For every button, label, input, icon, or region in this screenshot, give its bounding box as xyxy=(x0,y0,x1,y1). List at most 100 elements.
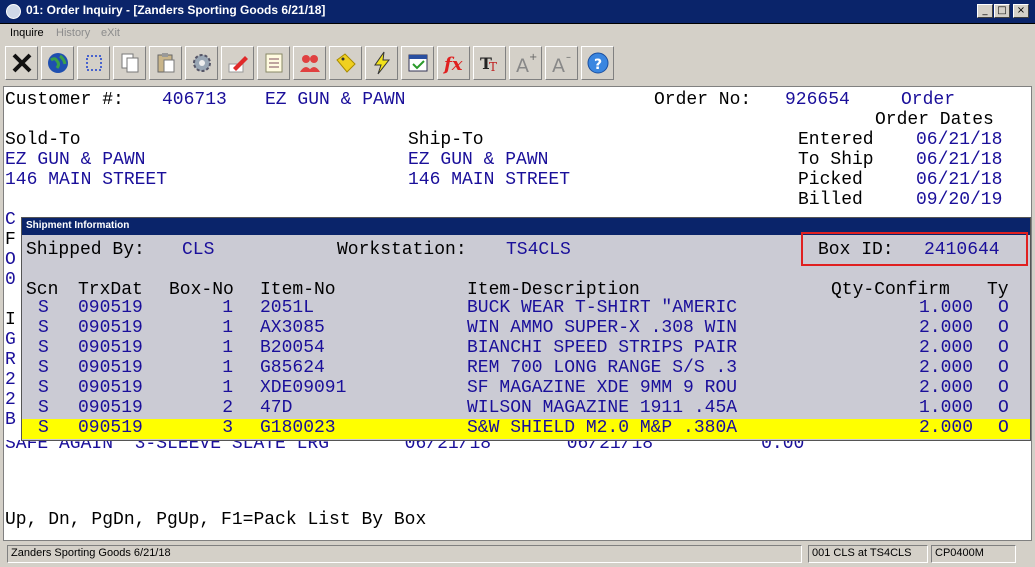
table-row[interactable]: S 090519 2 47D WILSON MAGAZINE 1911 .45A 1.00… xyxy=(22,398,1030,420)
bg-fragment: C xyxy=(5,210,16,230)
cell-ty: O xyxy=(998,338,1009,358)
cell-desc: S&W SHIELD M2.0 M&P .380A xyxy=(467,418,738,438)
box-id-value: 2410644 xyxy=(924,240,1000,260)
notes-button[interactable] xyxy=(257,46,290,80)
help-button[interactable]: ? xyxy=(581,46,614,80)
bg-fragment: F xyxy=(5,230,16,250)
picked-date: 06/21/18 xyxy=(916,170,1003,190)
bg-fragment: G xyxy=(5,330,16,350)
box-id-label: Box ID: xyxy=(818,240,894,260)
bg-fragment: I xyxy=(5,310,16,330)
cell-item: XDE09091 xyxy=(260,378,347,398)
ship-to-address: 146 MAIN STREET xyxy=(408,170,571,190)
cell-qty: 2.000 xyxy=(918,418,973,438)
close-x-button[interactable] xyxy=(5,46,38,80)
tag-icon xyxy=(335,53,356,73)
users-icon xyxy=(299,55,320,72)
menu-inquire[interactable]: Inquire xyxy=(10,27,44,39)
copy-icon xyxy=(121,53,138,73)
cell-ty: O xyxy=(998,298,1009,318)
bg-fragment: 2 xyxy=(5,370,16,390)
copy-button[interactable] xyxy=(113,46,146,80)
paste-button[interactable] xyxy=(149,46,182,80)
menu-exit[interactable]: eXit xyxy=(101,27,120,39)
window-icon xyxy=(408,54,427,72)
table-row[interactable]: S 090519 3 G180023 S&W SHIELD M2.0 M&P .380A… xyxy=(22,418,1030,440)
cell-scn: S xyxy=(38,358,49,378)
entered-label: Entered xyxy=(798,130,874,150)
table-row[interactable]: S 090519 1 G85624 REM 700 LONG RANGE S/S .3 2… xyxy=(22,358,1030,380)
users-button[interactable] xyxy=(293,46,326,80)
function-icon: fx xyxy=(442,54,463,75)
bg-fragment: 2 xyxy=(5,390,16,410)
cell-qty: 2.000 xyxy=(918,358,973,378)
select-icon xyxy=(85,55,102,71)
col-item-description: Item-Description xyxy=(467,280,640,300)
menu-history[interactable]: History xyxy=(56,27,90,39)
svg-text:?: ? xyxy=(594,57,602,73)
select-button[interactable] xyxy=(77,46,110,80)
workstation-label: Workstation: xyxy=(337,240,467,260)
cell-desc: WILSON MAGAZINE 1911 .45A xyxy=(467,398,738,418)
function-button[interactable]: fx xyxy=(437,46,470,80)
close-button[interactable]: × xyxy=(1013,4,1029,18)
table-row[interactable]: S 090519 1 2051L BUCK WEAR T-SHIRT "AMERIC 1.… xyxy=(22,298,1030,320)
cell-item: B20054 xyxy=(260,338,325,358)
table-row[interactable]: S 090519 1 AX3085 WIN AMMO SUPER-X .308 WIN 2… xyxy=(22,318,1030,340)
cell-qty: 2.000 xyxy=(918,338,973,358)
status-session: 001 CLS at TS4CLS xyxy=(808,545,928,563)
cell-item: AX3085 xyxy=(260,318,325,338)
cell-ty: O xyxy=(998,358,1009,378)
cell-scn: S xyxy=(38,398,49,418)
svg-text:A: A xyxy=(516,55,529,76)
cell-trxdat: 090519 xyxy=(78,318,143,338)
customer-number: 406713 xyxy=(162,90,227,110)
lightning-icon xyxy=(373,51,390,75)
minimize-button[interactable]: _ xyxy=(977,4,993,18)
font-smaller-button[interactable]: A – xyxy=(545,46,578,80)
table-row[interactable]: S 090519 1 XDE09091 SF MAGAZINE XDE 9MM 9 RO… xyxy=(22,378,1030,400)
menu-bar: Inquire History eXit xyxy=(0,24,1035,44)
tag-button[interactable] xyxy=(329,46,362,80)
svg-text:fx: fx xyxy=(442,54,463,75)
cell-trxdat: 090519 xyxy=(78,418,143,438)
picked-label: Picked xyxy=(798,170,863,190)
edit-button[interactable] xyxy=(221,46,254,80)
window-button[interactable] xyxy=(401,46,434,80)
bg-fragment: O xyxy=(5,250,16,270)
font-button[interactable]: TT xyxy=(473,46,506,80)
globe-button[interactable] xyxy=(41,46,74,80)
billed-label: Billed xyxy=(798,190,863,210)
table-row[interactable]: S 090519 1 B20054 BIANCHI SPEED STRIPS PAIR 2… xyxy=(22,338,1030,360)
font-larger-icon: A + xyxy=(516,52,537,76)
col-scn: Scn xyxy=(26,280,59,300)
svg-text:–: – xyxy=(566,52,571,63)
settings-button[interactable] xyxy=(185,46,218,80)
cell-desc: REM 700 LONG RANGE S/S .3 xyxy=(467,358,738,378)
order-number: 926654 xyxy=(785,90,850,110)
cell-item: G180023 xyxy=(260,418,336,438)
close-x-icon xyxy=(12,53,31,73)
globe-icon xyxy=(47,53,68,73)
status-program: CP0400M xyxy=(931,545,1016,563)
cell-scn: S xyxy=(38,378,49,398)
sold-to-label: Sold-To xyxy=(5,130,81,150)
cell-ty: O xyxy=(998,318,1009,338)
cell-trxdat: 090519 xyxy=(78,358,143,378)
cell-qty: 1.000 xyxy=(918,298,973,318)
entered-date: 06/21/18 xyxy=(916,130,1003,150)
notes-icon xyxy=(265,53,282,73)
maximize-button[interactable]: □ xyxy=(994,4,1010,18)
sold-to-name: EZ GUN & PAWN xyxy=(5,150,146,170)
cell-box: 2 xyxy=(222,398,233,418)
cell-box: 3 xyxy=(222,418,233,438)
col-item-no: Item-No xyxy=(260,280,336,300)
sold-to-address: 146 MAIN STREET xyxy=(5,170,168,190)
cell-trxdat: 090519 xyxy=(78,338,143,358)
status-company: Zanders Sporting Goods 6/21/18 xyxy=(7,545,802,563)
cell-box: 1 xyxy=(222,378,233,398)
font-larger-button[interactable]: A + xyxy=(509,46,542,80)
help-icon: ? xyxy=(587,52,608,74)
cell-scn: S xyxy=(38,298,49,318)
lightning-button[interactable] xyxy=(365,46,398,80)
